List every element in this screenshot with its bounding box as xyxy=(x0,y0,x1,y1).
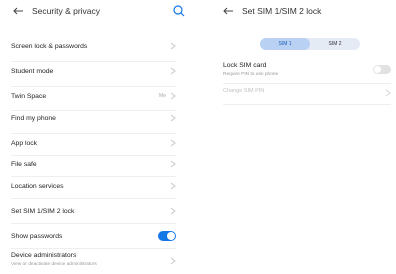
list-item-label: Screen lock & passwords xyxy=(11,42,88,50)
back-button[interactable] xyxy=(10,3,26,19)
list-item-show-passwords: Show passwords xyxy=(11,231,176,241)
list-item-screen-lock[interactable]: Screen lock & passwords xyxy=(11,41,176,51)
lock-sim-card-row: Lock SIM card Require PIN to use phone xyxy=(223,62,391,80)
chevron-right-icon xyxy=(170,207,176,215)
change-sim-pin-label: Change SIM PIN xyxy=(223,88,265,94)
list-item-label: File safe xyxy=(11,160,37,168)
list-item-location-services[interactable]: Location services xyxy=(11,181,176,191)
show-passwords-toggle[interactable] xyxy=(158,231,176,241)
page-title: Security & privacy xyxy=(32,6,101,16)
divider xyxy=(11,133,176,134)
chevron-right-icon xyxy=(170,67,176,75)
divider xyxy=(11,198,176,199)
divider xyxy=(11,86,176,87)
chevron-right-icon xyxy=(170,182,176,190)
list-item-sim-lock[interactable]: Set SIM 1/SIM 2 lock xyxy=(11,206,176,216)
divider xyxy=(11,176,176,177)
tab-sim-1[interactable]: SIM 1 xyxy=(260,38,310,50)
divider xyxy=(223,104,391,105)
divider xyxy=(223,83,391,84)
chevron-right-icon xyxy=(170,257,176,265)
divider xyxy=(11,248,176,249)
list-item-label: Location services xyxy=(11,182,64,190)
security-privacy-screen: Security & privacy Screen lock & passwor… xyxy=(0,0,196,274)
header: Security & privacy xyxy=(0,0,196,22)
back-button[interactable] xyxy=(220,3,236,19)
divider xyxy=(11,110,176,111)
list-item-device-administrators[interactable]: Device administrators View or deactivate… xyxy=(11,252,176,270)
list-item-value: Me xyxy=(159,93,166,99)
list-item-label: Find my phone xyxy=(11,114,56,122)
chevron-right-icon xyxy=(170,139,176,147)
list-item-file-safe[interactable]: File safe xyxy=(11,159,176,169)
list-item-twin-space[interactable]: Twin Space Me xyxy=(11,91,176,101)
list-item-app-lock[interactable]: App lock xyxy=(11,138,176,148)
list-item-label: Device administrators xyxy=(11,252,77,259)
chevron-right-icon xyxy=(170,160,176,168)
divider xyxy=(11,223,176,224)
sim-lock-screen: Set SIM 1/SIM 2 lock SIM 1 SIM 2 Lock SI… xyxy=(220,0,396,274)
lock-sim-card-label: Lock SIM card xyxy=(223,62,267,69)
tab-sim-2[interactable]: SIM 2 xyxy=(310,38,360,50)
sim-tabs: SIM 1 SIM 2 xyxy=(260,38,360,50)
page-title: Set SIM 1/SIM 2 lock xyxy=(242,6,322,16)
list-item-label: Show passwords xyxy=(11,232,63,240)
list-item-find-my-phone[interactable]: Find my phone xyxy=(11,113,176,123)
lock-sim-card-sublabel: Require PIN to use phone xyxy=(223,72,279,77)
list-item-label: Student mode xyxy=(11,67,54,75)
chevron-right-icon xyxy=(170,42,176,50)
chevron-right-icon xyxy=(170,114,176,122)
search-icon[interactable] xyxy=(172,4,186,18)
lock-sim-card-toggle[interactable] xyxy=(373,65,391,74)
back-arrow-icon xyxy=(223,7,233,15)
list-item-label: Set SIM 1/SIM 2 lock xyxy=(11,207,75,215)
change-sim-pin-row[interactable]: Change SIM PIN xyxy=(223,88,391,98)
list-item-student-mode[interactable]: Student mode xyxy=(11,66,176,76)
divider xyxy=(11,61,176,62)
chevron-right-icon xyxy=(170,92,176,100)
chevron-right-icon xyxy=(385,89,391,97)
list-item-sublabel: View or deactivate device administrators xyxy=(11,262,97,267)
divider xyxy=(11,155,176,156)
list-item-label: Twin Space xyxy=(11,92,47,100)
list-item-label: App lock xyxy=(11,139,38,147)
header: Set SIM 1/SIM 2 lock xyxy=(220,0,396,22)
back-arrow-icon xyxy=(13,7,23,15)
